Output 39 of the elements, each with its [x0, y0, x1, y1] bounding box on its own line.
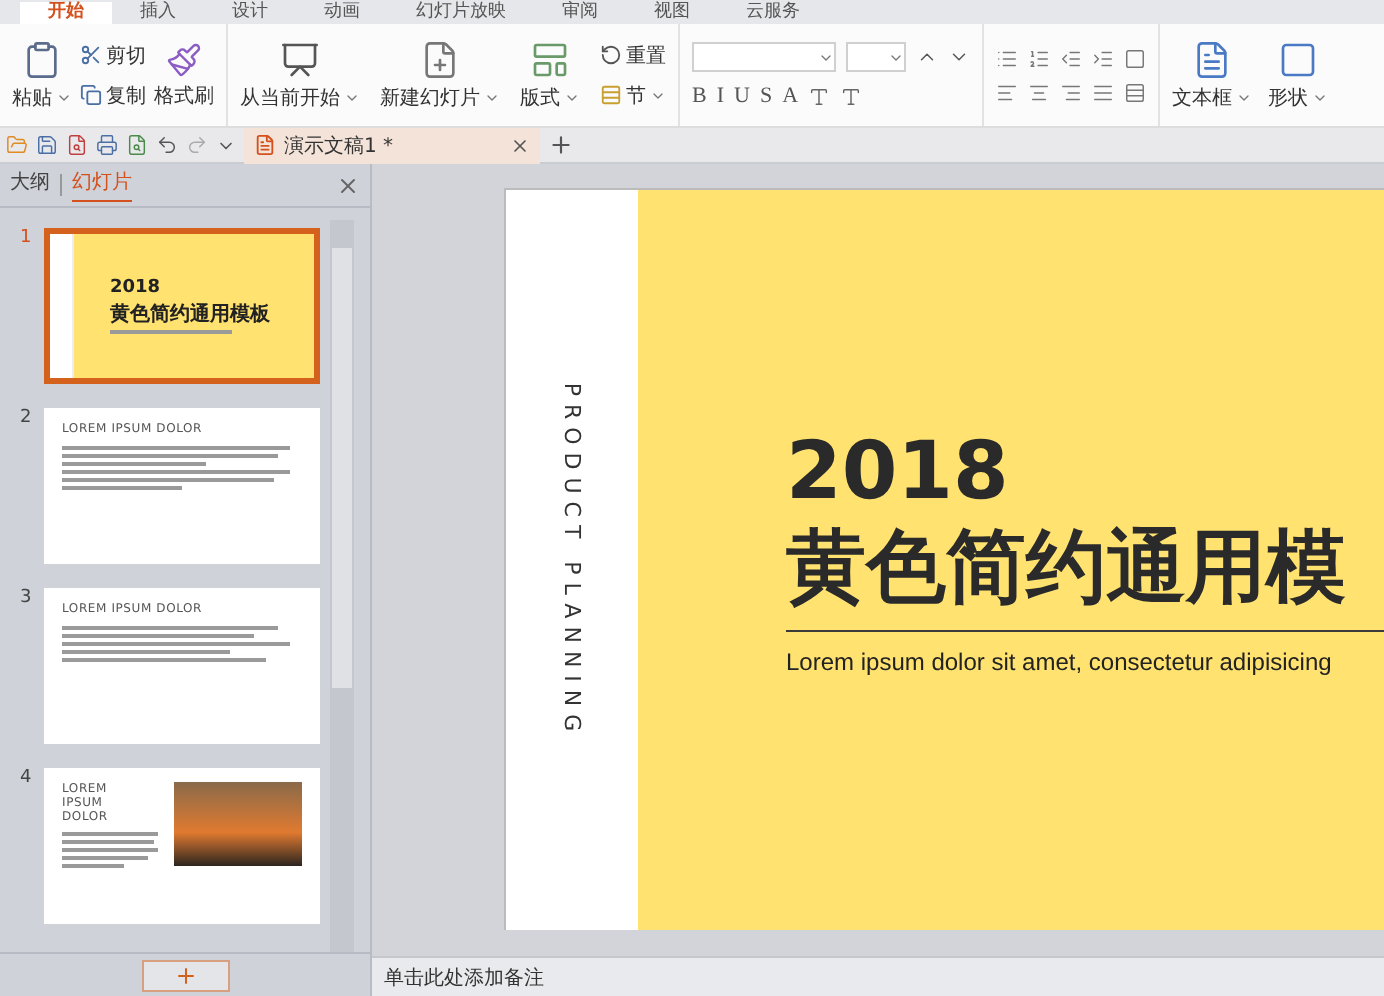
menu-tab[interactable]: 设计 — [204, 2, 296, 24]
menu-tab[interactable]: 幻灯片放映 — [388, 2, 534, 24]
slide-number: 2 — [20, 408, 32, 432]
document-title: 演示文稿1 * — [284, 133, 396, 159]
layout-button[interactable]: 版式 — [520, 83, 580, 111]
menu-tab[interactable]: 插入 — [112, 2, 204, 24]
new-slide-button[interactable]: 新建幻灯片 — [380, 83, 500, 111]
side-text: PRODUCT PLANNING — [559, 381, 585, 739]
menu-tab[interactable]: 开始 — [20, 2, 112, 24]
text-box-button[interactable]: 文本框 — [1172, 83, 1252, 111]
cut-button[interactable]: 剪切 — [80, 41, 146, 69]
slide-subtitle: Lorem ipsum dolor sit amet, consectetur adipisicing — [786, 648, 1334, 676]
slide-year: 2018 — [110, 278, 163, 298]
format-button[interactable]: I — [716, 84, 725, 108]
notes-field[interactable]: 单击此处添加备注 — [372, 956, 1384, 996]
format-button[interactable]: B — [692, 84, 707, 108]
slide-number: 1 — [20, 228, 32, 252]
menu-tab[interactable]: 审阅 — [534, 2, 626, 24]
menu-tab[interactable]: 动画 — [296, 2, 388, 24]
format-painter-button[interactable]: 格式刷 — [154, 81, 214, 109]
format-button[interactable]: A — [782, 84, 799, 108]
copy-button[interactable]: 复制 — [80, 81, 146, 109]
menu-tab[interactable]: 视图 — [626, 2, 718, 24]
menu-tab[interactable]: 云服务 — [718, 2, 828, 24]
start-from-current-button[interactable]: 从当前开始 — [240, 83, 360, 111]
pane-tab[interactable]: 大纲 — [10, 168, 50, 202]
slide-number: 3 — [20, 588, 32, 612]
paste-button[interactable]: 粘贴 — [12, 83, 72, 111]
document-tab[interactable]: 演示文稿1 * — [244, 127, 540, 163]
format-button[interactable]: U — [734, 84, 750, 108]
section-button[interactable]: 节 — [600, 81, 666, 109]
slide-number: 4 — [20, 768, 32, 792]
reset-button[interactable]: 重置 — [600, 41, 666, 69]
slide-year: 2018 — [786, 426, 1011, 518]
format-button[interactable]: S — [759, 84, 773, 108]
shape-button[interactable]: 形状 — [1268, 83, 1328, 111]
slide-thumbnail[interactable]: 2018 黄色简约通用模板 — [44, 228, 320, 384]
slide-title: 黄色简约通用模板 — [110, 301, 272, 328]
slide-title: 黄色简约通用模 — [786, 520, 1348, 618]
